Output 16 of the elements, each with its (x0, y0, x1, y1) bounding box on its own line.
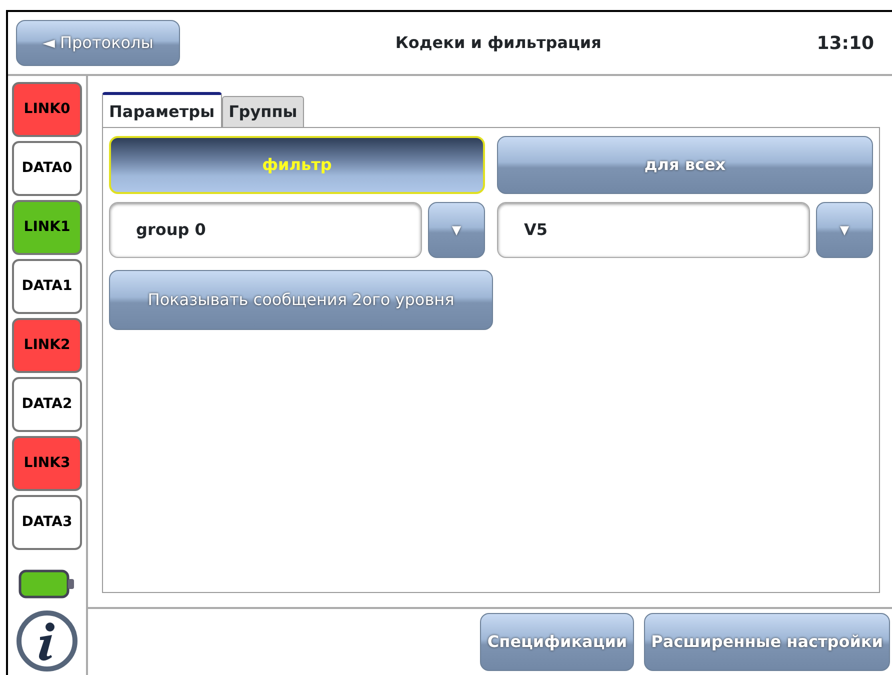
battery-icon (18, 568, 76, 600)
port-button[interactable]: LINK0 (12, 82, 82, 137)
screen-title: Кодеки и фильтрация (394, 32, 602, 54)
port-button[interactable]: LINK3 (12, 436, 82, 491)
dropdown-field[interactable]: V5 (497, 202, 810, 258)
clock-time: 13:10 (816, 32, 874, 56)
tab[interactable]: Группы (222, 96, 304, 127)
port-button[interactable]: DATA3 (12, 495, 82, 550)
port-button[interactable]: DATA2 (12, 377, 82, 432)
port-button[interactable]: LINK1 (12, 200, 82, 255)
port-button[interactable]: DATA1 (12, 259, 82, 314)
dropdown-field[interactable]: group 0 (109, 202, 422, 258)
tab[interactable]: Параметры (102, 92, 222, 127)
port-button[interactable]: LINK2 (12, 318, 82, 373)
port-button[interactable]: DATA0 (12, 141, 82, 196)
info-icon[interactable] (16, 610, 78, 672)
